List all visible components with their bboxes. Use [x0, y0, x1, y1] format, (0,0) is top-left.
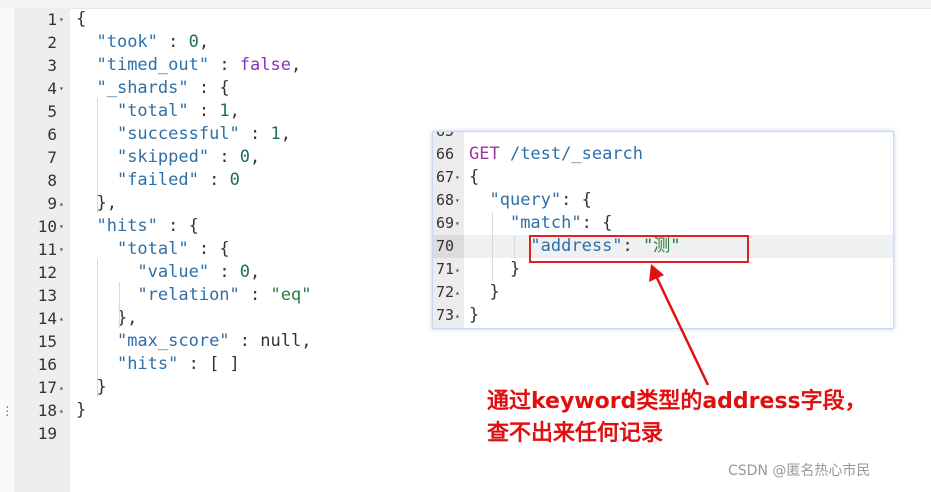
annotation-text: 通过keyword类型的address字段， 查不出来任何记录	[487, 386, 867, 450]
annotation-line-1: 通过keyword类型的address字段，	[487, 389, 867, 414]
watermark: CSDN @匿名热心市民	[728, 463, 871, 479]
annotation-line-2: 查不出来任何记录	[487, 421, 664, 446]
arrow-shaft	[655, 277, 710, 386]
